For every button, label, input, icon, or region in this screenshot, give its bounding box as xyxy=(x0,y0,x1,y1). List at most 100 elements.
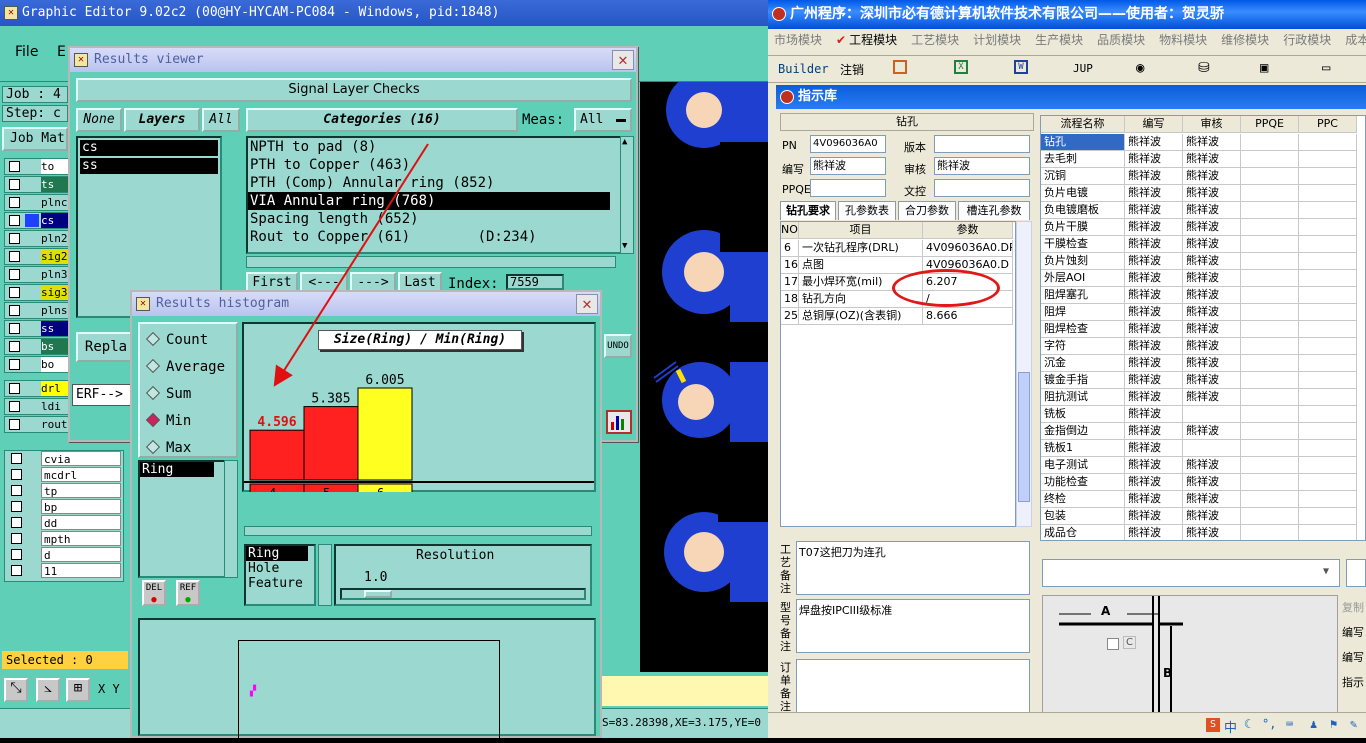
flow-cell[interactable]: 熊祥波 xyxy=(1183,304,1241,321)
param-cell[interactable]: 18 xyxy=(781,291,799,308)
histogram-chart-icon[interactable] xyxy=(606,410,632,434)
flow-cell-empty[interactable] xyxy=(1299,525,1357,540)
layer-row[interactable]: sig3 xyxy=(4,284,70,301)
flow-cell-empty[interactable] xyxy=(1241,270,1299,287)
layer-row[interactable]: drl xyxy=(4,380,70,397)
module-tab[interactable]: 行政模块 xyxy=(1283,30,1331,49)
module-tab[interactable]: 品质模块 xyxy=(1097,30,1145,49)
flow-cell-empty[interactable] xyxy=(1241,440,1299,457)
flow-cell[interactable]: 熊祥波 xyxy=(1183,491,1241,508)
index-field[interactable]: 7559 xyxy=(506,274,564,290)
flow-cell[interactable]: 熊祥波 xyxy=(1125,355,1183,372)
measure-tool-icon[interactable]: ⦣ xyxy=(36,678,60,702)
flow-cell[interactable]: 熊祥波 xyxy=(1125,321,1183,338)
param-tab[interactable]: 孔参数表 xyxy=(838,201,896,220)
flow-cell[interactable]: 熊祥波 xyxy=(1125,134,1183,151)
flow-cell[interactable]: 成品仓 xyxy=(1041,525,1125,540)
param-cell[interactable]: 4V096036A0.DRL xyxy=(923,240,1013,257)
flow-cell[interactable]: 熊祥波 xyxy=(1125,423,1183,440)
network-icon[interactable]: ▣ xyxy=(1260,60,1268,76)
flow-cell-empty[interactable] xyxy=(1299,134,1357,151)
flow-cell-empty[interactable] xyxy=(1299,406,1357,423)
stat-option[interactable]: Min xyxy=(144,411,191,431)
flow-cell[interactable]: 金指倒边 xyxy=(1041,423,1125,440)
flow-cell[interactable]: 熊祥波 xyxy=(1125,474,1183,491)
flow-cell[interactable]: 包装 xyxy=(1041,508,1125,525)
jup-button[interactable]: JUP xyxy=(1073,62,1093,75)
flow-cell-empty[interactable] xyxy=(1241,185,1299,202)
metric-ring[interactable]: Ring xyxy=(246,546,308,561)
flow-header[interactable]: PPQE xyxy=(1241,116,1299,133)
flow-cell[interactable] xyxy=(1183,406,1241,423)
layer-checkbox[interactable] xyxy=(9,251,20,262)
tools-icon[interactable]: ✎ xyxy=(1350,717,1357,731)
param-scrollbar[interactable] xyxy=(1016,221,1032,527)
stat-list-scrollbar[interactable] xyxy=(224,460,238,578)
flow-cell-empty[interactable] xyxy=(1241,304,1299,321)
flow-cell[interactable]: 熊祥波 xyxy=(1125,304,1183,321)
flow-cell[interactable]: 熊祥波 xyxy=(1183,389,1241,406)
flow-cell[interactable]: 熊祥波 xyxy=(1125,338,1183,355)
param-cell[interactable]: 一次钻孔程序(DRL) xyxy=(799,240,923,257)
flow-cell-empty[interactable] xyxy=(1299,236,1357,253)
combo-arrow-icon[interactable]: ▼ xyxy=(1323,566,1329,577)
flow-cell[interactable]: 熊祥波 xyxy=(1183,423,1241,440)
ime-label[interactable]: 中 xyxy=(1224,717,1237,736)
flow-cell-empty[interactable] xyxy=(1299,185,1357,202)
meas-select[interactable]: All xyxy=(574,108,632,132)
none-button[interactable]: None xyxy=(76,108,122,132)
side-button[interactable]: 指示 xyxy=(1342,672,1366,694)
shirt-icon[interactable]: ⚑ xyxy=(1330,717,1337,731)
flow-cell[interactable]: 熊祥波 xyxy=(1125,372,1183,389)
layer-row[interactable]: sig2 xyxy=(4,248,70,265)
flow-cell[interactable]: 镀金手指 xyxy=(1041,372,1125,389)
misc-layer-checkbox[interactable] xyxy=(11,565,22,576)
layer-item[interactable]: cs xyxy=(80,140,218,156)
flow-cell[interactable]: 熊祥波 xyxy=(1183,525,1241,540)
process-remark-field[interactable]: T07这把刀为连孔 xyxy=(796,541,1030,595)
flow-cell[interactable]: 钻孔 xyxy=(1041,134,1125,151)
flow-cell-empty[interactable] xyxy=(1299,423,1357,440)
flow-cell[interactable]: 去毛刺 xyxy=(1041,151,1125,168)
flow-cell-empty[interactable] xyxy=(1241,168,1299,185)
misc-layer-row[interactable]: d xyxy=(5,547,123,563)
flow-cell-empty[interactable] xyxy=(1241,474,1299,491)
flow-cell-empty[interactable] xyxy=(1299,355,1357,372)
flow-cell[interactable]: 外层AOI xyxy=(1041,270,1125,287)
flow-cell-empty[interactable] xyxy=(1241,389,1299,406)
histogram-bar[interactable] xyxy=(249,429,305,481)
flow-cell-empty[interactable] xyxy=(1299,304,1357,321)
flow-cell[interactable]: 负片电镀 xyxy=(1041,185,1125,202)
misc-layer-checkbox[interactable] xyxy=(11,485,22,496)
model-remark-field[interactable]: 焊盘按IPCIII级标准 xyxy=(796,599,1030,653)
module-tab[interactable]: 生产模块 xyxy=(1035,30,1083,49)
misc-layer-row[interactable]: dd xyxy=(5,515,123,531)
layer-item[interactable]: ss xyxy=(80,158,218,174)
flow-cell-empty[interactable] xyxy=(1241,321,1299,338)
doc-icon[interactable] xyxy=(893,60,907,74)
module-tab[interactable]: 维修模块 xyxy=(1221,30,1269,49)
flow-cell-empty[interactable] xyxy=(1241,338,1299,355)
flow-cell[interactable]: 铣板 xyxy=(1041,406,1125,423)
ime-s-icon[interactable]: S xyxy=(1206,718,1220,732)
zoom-tool-icon[interactable]: ⤡ xyxy=(4,678,28,702)
keyboard-icon[interactable]: ⌨ xyxy=(1286,717,1293,731)
flow-cell-empty[interactable] xyxy=(1241,219,1299,236)
flow-cell[interactable]: 干膜检查 xyxy=(1041,236,1125,253)
flow-cell-empty[interactable] xyxy=(1299,321,1357,338)
layer-checkbox[interactable] xyxy=(9,341,20,352)
flow-cell[interactable]: 负片蚀刻 xyxy=(1041,253,1125,270)
layer-row[interactable]: to xyxy=(4,158,70,175)
flow-cell-empty[interactable] xyxy=(1241,525,1299,540)
histogram-close-icon[interactable]: ✕ xyxy=(576,294,598,314)
param-cell[interactable]: 6 xyxy=(781,240,799,257)
del-button[interactable]: DEL ● xyxy=(142,580,166,606)
flow-cell[interactable]: 熊祥波 xyxy=(1125,525,1183,540)
flow-cell[interactable]: 熊祥波 xyxy=(1183,202,1241,219)
flow-cell[interactable]: 熊祥波 xyxy=(1183,219,1241,236)
layer-row[interactable]: plns xyxy=(4,302,70,319)
layer-checkbox[interactable] xyxy=(9,401,20,412)
param-tab[interactable]: 合刀参数 xyxy=(898,201,956,220)
flow-cell[interactable]: 熊祥波 xyxy=(1125,491,1183,508)
param-tab[interactable]: 钻孔要求 xyxy=(780,201,836,220)
